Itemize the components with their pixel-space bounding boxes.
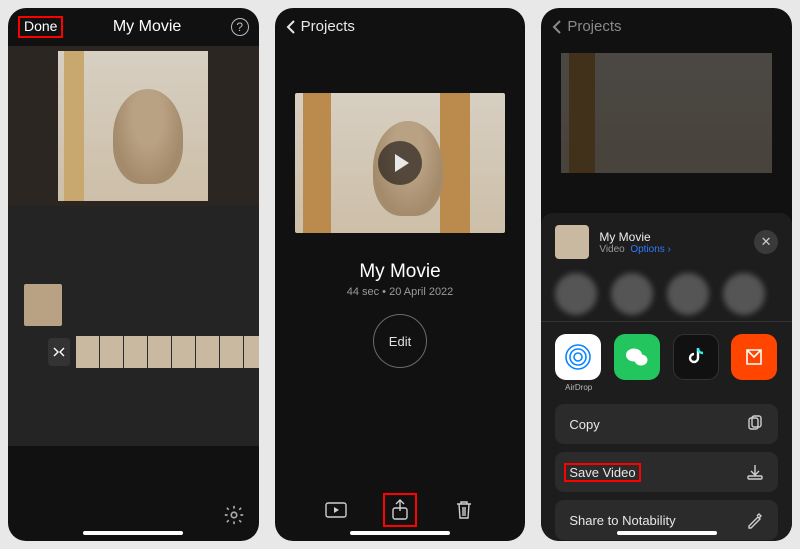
timeline-area[interactable] bbox=[8, 206, 259, 446]
back-label: Projects bbox=[301, 18, 355, 35]
chevron-left-icon bbox=[551, 19, 563, 35]
action-label: Copy bbox=[569, 417, 599, 432]
back-button[interactable]: Projects bbox=[275, 8, 526, 45]
action-copy[interactable]: Copy bbox=[555, 404, 778, 444]
screen-editor: Done My Movie ? bbox=[8, 8, 259, 541]
back-label: Projects bbox=[567, 18, 621, 35]
action-label: Share to Notability bbox=[569, 513, 675, 528]
share-action-list: Copy Save Video Share to Notability Open… bbox=[555, 404, 778, 541]
transition-icon[interactable] bbox=[48, 338, 70, 366]
share-app-wechat[interactable] bbox=[614, 334, 661, 392]
screen-share-sheet: Projects My Movie Video Options › ✕ bbox=[541, 8, 792, 541]
play-icon[interactable] bbox=[378, 141, 422, 185]
pencil-icon bbox=[746, 511, 764, 529]
share-sheet-header: My Movie Video Options › ✕ bbox=[555, 225, 778, 259]
copy-icon bbox=[746, 415, 764, 433]
share-options-link[interactable]: Options › bbox=[630, 244, 671, 255]
share-apps-row: AirDrop bbox=[555, 334, 778, 392]
home-indicator[interactable] bbox=[617, 531, 717, 535]
home-indicator[interactable] bbox=[350, 531, 450, 535]
play-fullscreen-icon[interactable] bbox=[319, 493, 353, 527]
project-title: My Movie bbox=[275, 261, 526, 283]
airdrop-icon bbox=[555, 334, 601, 380]
editor-title: My Movie bbox=[113, 18, 181, 36]
share-app-airdrop[interactable]: AirDrop bbox=[555, 334, 602, 392]
video-preview[interactable] bbox=[8, 46, 259, 206]
save-video-highlight: Save Video bbox=[564, 463, 640, 482]
share-item-subtitle: Video Options › bbox=[599, 244, 744, 255]
done-button[interactable]: Done bbox=[24, 18, 57, 34]
tiktok-icon bbox=[673, 334, 719, 380]
share-sheet: My Movie Video Options › ✕ AirDrop bbox=[541, 213, 792, 541]
share-app-tiktok[interactable] bbox=[673, 334, 720, 392]
clip-thumbnail[interactable] bbox=[24, 284, 62, 326]
share-app-label: AirDrop bbox=[555, 383, 602, 392]
project-toolbar bbox=[275, 493, 526, 527]
wechat-icon bbox=[614, 334, 660, 380]
screen-project-detail: Projects My Movie 44 sec • 20 April 2022… bbox=[275, 8, 526, 541]
share-item-title: My Movie bbox=[599, 230, 744, 244]
delete-icon[interactable] bbox=[447, 493, 481, 527]
editor-header: Done My Movie ? bbox=[8, 8, 259, 46]
done-button-highlight: Done bbox=[18, 16, 63, 38]
edit-button[interactable]: Edit bbox=[373, 314, 427, 368]
dimmed-preview bbox=[561, 53, 772, 173]
help-icon[interactable]: ? bbox=[231, 18, 249, 36]
share-app-generic[interactable] bbox=[731, 334, 778, 392]
share-item-thumb bbox=[555, 225, 589, 259]
chevron-left-icon bbox=[285, 19, 297, 35]
clip-strip[interactable] bbox=[76, 336, 259, 368]
back-button-dim: Projects bbox=[541, 8, 792, 45]
download-icon bbox=[746, 463, 764, 481]
action-label: Save Video bbox=[569, 465, 635, 480]
action-save-video[interactable]: Save Video bbox=[555, 452, 778, 492]
project-meta: 44 sec • 20 April 2022 bbox=[275, 286, 526, 298]
project-thumbnail[interactable] bbox=[295, 93, 506, 233]
settings-icon[interactable] bbox=[223, 504, 245, 526]
timeline[interactable] bbox=[48, 336, 259, 368]
app-icon bbox=[731, 334, 777, 380]
home-indicator[interactable] bbox=[83, 531, 183, 535]
airdrop-contacts-row[interactable] bbox=[555, 273, 778, 315]
close-icon[interactable]: ✕ bbox=[754, 230, 778, 254]
share-icon[interactable] bbox=[383, 493, 417, 527]
